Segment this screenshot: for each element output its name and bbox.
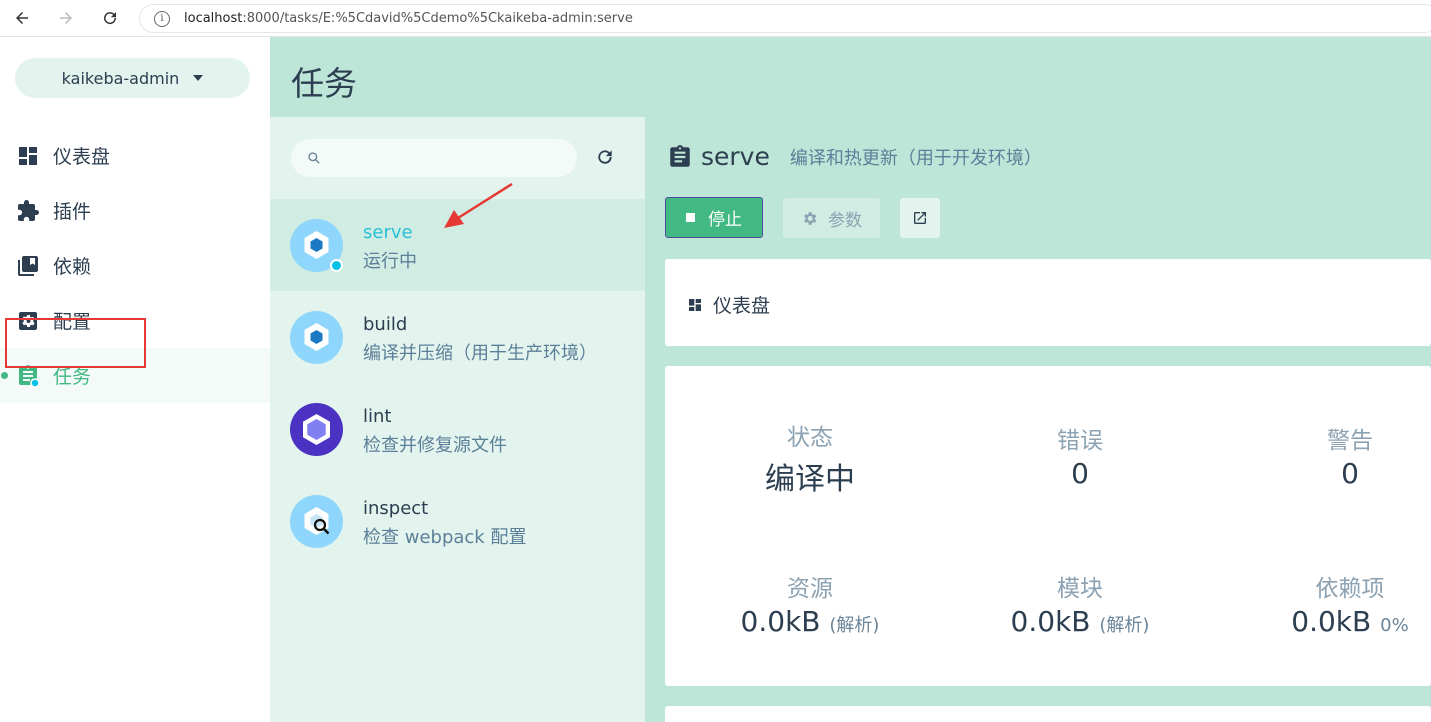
dashboard-tab[interactable]: 仪表盘 xyxy=(687,291,770,318)
library-icon xyxy=(18,255,38,276)
task-item-build[interactable]: build 编译并压缩（用于生产环境） xyxy=(270,291,645,383)
search-input[interactable] xyxy=(331,139,571,177)
stat-value-row: 0.0kB (解析) xyxy=(960,605,1200,638)
stat-errors: 错误 0 xyxy=(960,421,1200,490)
task-desc: 检查 webpack 配置 xyxy=(363,527,527,548)
task-desc: 运行中 xyxy=(363,251,417,272)
gear-icon xyxy=(804,211,817,225)
stats-card: 状态 编译中 错误 0 警告 0 资源 0.0kB (解析) 模块 0.0kB … xyxy=(665,366,1431,686)
stat-value: 0.0kB xyxy=(1010,605,1091,638)
project-name: kaikeba-admin xyxy=(61,68,180,88)
open-in-browser-button[interactable] xyxy=(900,198,940,238)
stat-status: 状态 编译中 xyxy=(690,418,930,498)
webpack-icon xyxy=(290,311,343,364)
annotation-highlight-box xyxy=(5,318,146,368)
running-status-dot xyxy=(330,259,343,272)
dashboard-tab-card[interactable]: 仪表盘 xyxy=(665,259,1431,346)
parameters-button-label: 参数 xyxy=(828,210,862,231)
task-desc: 检查并修复源文件 xyxy=(363,435,507,456)
stat-label: 状态 xyxy=(787,425,833,451)
task-name: inspect xyxy=(363,498,429,519)
dashboard-icon xyxy=(689,298,701,311)
task-desc: 编译并压缩（用于生产环境） xyxy=(363,343,597,364)
stat-assets: 资源 0.0kB (解析) xyxy=(690,569,930,638)
caret-down-icon xyxy=(193,75,204,81)
open-external-icon xyxy=(914,212,926,224)
puzzle-icon xyxy=(18,199,39,221)
stat-label: 错误 xyxy=(1057,428,1103,454)
task-detail-header: serve 编译和热更新（用于开发环境） xyxy=(667,142,1042,171)
back-button[interactable] xyxy=(0,0,44,37)
stat-value: 0.0kB xyxy=(1291,605,1372,638)
address-bar[interactable]: i localhost:8000/tasks/E:%5Cdavid%5Cdemo… xyxy=(139,4,1431,33)
page-header: 任务 xyxy=(270,37,1431,117)
stat-note: (解析) xyxy=(829,615,880,636)
parameters-button[interactable]: 参数 xyxy=(783,198,880,238)
project-selector[interactable]: kaikeba-admin xyxy=(15,58,250,98)
active-indicator xyxy=(1,372,8,379)
sidebar: kaikeba-admin 仪表盘 插件 依赖 配置 任务 xyxy=(0,37,270,722)
annotation-arrow xyxy=(444,182,513,228)
stat-value-row: 0.0kB 0% xyxy=(1230,605,1431,638)
stat-label: 依赖项 xyxy=(1315,576,1385,602)
task-item-inspect[interactable]: inspect 检查 webpack 配置 xyxy=(270,475,645,567)
sidebar-item-dashboard[interactable]: 仪表盘 xyxy=(0,128,270,183)
stat-value: 0 xyxy=(1341,457,1359,490)
stat-note: 0% xyxy=(1380,615,1409,636)
stop-button[interactable]: 停止 xyxy=(665,197,763,238)
stat-note: (解析) xyxy=(1099,615,1150,636)
stop-button-label: 停止 xyxy=(708,210,742,230)
task-item-lint[interactable]: lint 检查并修复源文件 xyxy=(270,383,645,475)
clipboard-icon xyxy=(670,144,690,167)
info-icon[interactable]: i xyxy=(154,10,170,27)
webpack-inspect-icon xyxy=(290,495,343,548)
sidebar-item-label: 插件 xyxy=(53,201,92,223)
stat-value: 0.0kB xyxy=(740,605,821,638)
task-detail-name: serve xyxy=(701,142,770,171)
task-name: build xyxy=(363,314,408,335)
search-box[interactable] xyxy=(291,139,577,177)
arrow-left-icon xyxy=(16,12,28,24)
task-name: lint xyxy=(363,406,392,427)
stat-value: 0 xyxy=(1071,457,1089,490)
stat-modules: 模块 0.0kB (解析) xyxy=(960,569,1200,638)
reload-button[interactable] xyxy=(88,0,132,37)
sidebar-item-label: 依赖 xyxy=(53,256,92,278)
task-icon xyxy=(290,311,343,364)
page-title: 任务 xyxy=(291,64,357,103)
task-icon xyxy=(290,403,343,456)
dashboard-icon xyxy=(19,146,37,165)
task-name: serve xyxy=(363,222,413,243)
stat-label: 警告 xyxy=(1327,428,1373,454)
forward-button[interactable] xyxy=(44,0,88,37)
stat-dependencies: 依赖项 0.0kB 0% xyxy=(1230,569,1431,638)
reload-icon xyxy=(104,12,117,25)
next-card xyxy=(665,706,1431,722)
stat-warnings: 警告 0 xyxy=(1230,421,1431,490)
eslint-icon xyxy=(290,403,343,456)
url-path: :8000/tasks/E:%5Cdavid%5Cdemo%5Ckaikeba-… xyxy=(242,11,633,26)
dashboard-tab-label: 仪表盘 xyxy=(713,295,771,317)
sidebar-item-dependencies[interactable]: 依赖 xyxy=(0,238,270,293)
task-detail-panel: serve 编译和热更新（用于开发环境） 停止 参数 仪表盘 状态 编译中 错误… xyxy=(645,117,1431,722)
stat-value-row: 0.0kB (解析) xyxy=(690,605,930,638)
refresh-icon[interactable] xyxy=(595,147,615,167)
search-icon xyxy=(308,152,320,164)
task-icon xyxy=(290,495,343,548)
stat-label: 资源 xyxy=(787,576,833,602)
stat-value: 编译中 xyxy=(765,462,855,497)
url-host: localhost xyxy=(184,11,243,26)
sidebar-item-plugins[interactable]: 插件 xyxy=(0,183,270,238)
stat-label: 模块 xyxy=(1057,576,1103,602)
task-icon xyxy=(290,219,343,272)
stop-icon xyxy=(686,213,695,222)
arrow-right-icon xyxy=(60,12,72,24)
sidebar-item-label: 仪表盘 xyxy=(53,146,111,168)
task-detail-desc: 编译和热更新（用于开发环境） xyxy=(789,147,1042,169)
